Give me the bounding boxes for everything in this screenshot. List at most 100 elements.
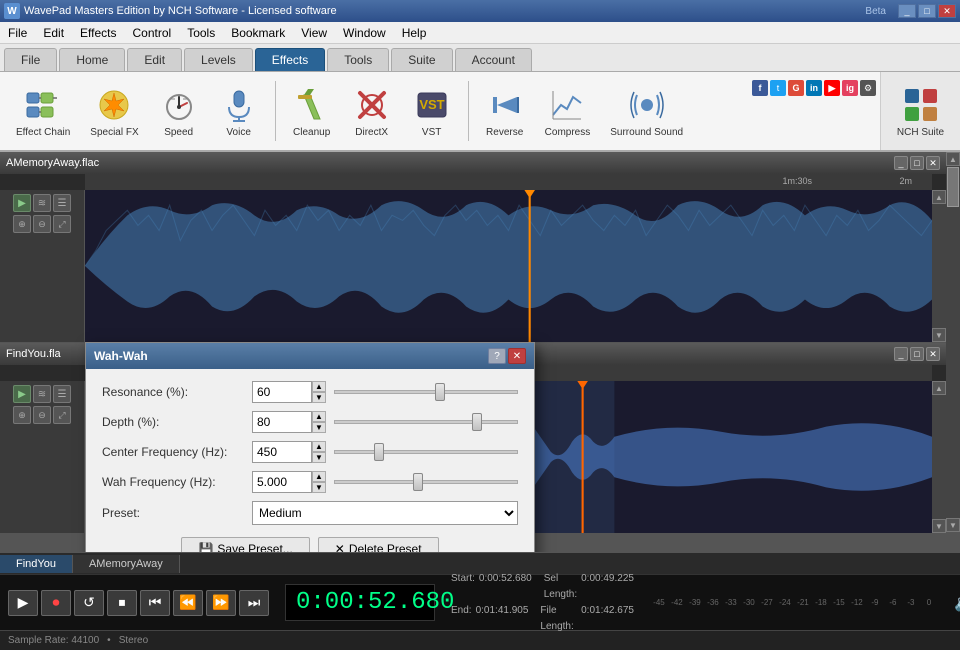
record-button[interactable]: ⏺	[41, 590, 71, 616]
toolbar-cleanup[interactable]: Cleanup	[284, 81, 340, 142]
toolbar-vst[interactable]: VST VST	[404, 81, 460, 142]
menu-file[interactable]: File	[0, 24, 35, 42]
resonance-spin[interactable]: ▲ ▼	[312, 381, 326, 403]
track1-maximize[interactable]: □	[910, 156, 924, 170]
depth-spin[interactable]: ▲ ▼	[312, 411, 326, 433]
rewind-button[interactable]: ⏪	[173, 590, 203, 616]
instagram-icon[interactable]: ig	[842, 80, 858, 96]
track1-scroll-track[interactable]	[932, 204, 946, 328]
resonance-slider-thumb[interactable]	[435, 383, 445, 401]
google-icon[interactable]: G	[788, 80, 804, 96]
tab-tools[interactable]: Tools	[327, 48, 389, 71]
wah-freq-slider-thumb[interactable]	[413, 473, 423, 491]
wah-freq-down[interactable]: ▼	[312, 482, 326, 493]
main-scroll-track[interactable]	[946, 166, 960, 518]
menu-help[interactable]: Help	[394, 24, 435, 42]
tab-levels[interactable]: Levels	[184, 48, 253, 71]
track2-minimize[interactable]: _	[894, 347, 908, 361]
save-preset-button[interactable]: 💾 Save Preset...	[181, 537, 309, 552]
track1-close[interactable]: ✕	[926, 156, 940, 170]
play-button[interactable]: ▶	[8, 590, 38, 616]
bottom-tab-amemoryaway[interactable]: AMemoryAway	[73, 555, 180, 573]
toolbar-reverse[interactable]: Reverse	[477, 81, 533, 142]
next-button[interactable]: ⏭	[239, 590, 269, 616]
depth-input[interactable]	[252, 411, 312, 433]
menu-effects[interactable]: Effects	[72, 24, 124, 42]
tab-edit[interactable]: Edit	[127, 48, 182, 71]
center-freq-slider[interactable]	[334, 443, 518, 461]
close-button[interactable]: ✕	[938, 4, 956, 18]
forward-button[interactable]: ⏩	[206, 590, 236, 616]
track1-minimize[interactable]: _	[894, 156, 908, 170]
toolbar-compress[interactable]: Compress	[537, 81, 599, 142]
minimize-button[interactable]: _	[898, 4, 916, 18]
track2-maximize[interactable]: □	[910, 347, 924, 361]
maximize-button[interactable]: □	[918, 4, 936, 18]
track2-play-btn[interactable]: ▶	[13, 385, 31, 403]
wah-freq-slider[interactable]	[334, 473, 518, 491]
center-freq-input[interactable]	[252, 441, 312, 463]
main-scroll-down[interactable]: ▼	[946, 518, 960, 532]
main-scrollbar[interactable]: ▲ ▼	[946, 152, 960, 532]
prev-button[interactable]: ⏮	[140, 590, 170, 616]
bottom-tab-findyou[interactable]: FindYou	[0, 555, 73, 573]
menu-view[interactable]: View	[293, 24, 335, 42]
wah-freq-spin[interactable]: ▲ ▼	[312, 471, 326, 493]
tab-effects[interactable]: Effects	[255, 48, 325, 71]
toolbar-effect-chain[interactable]: Effect Chain	[8, 81, 78, 142]
youtube-icon[interactable]: ▶	[824, 80, 840, 96]
volume-icon[interactable]: 🔈	[954, 593, 960, 613]
track2-scroll-track[interactable]	[932, 395, 946, 519]
wah-freq-input[interactable]	[252, 471, 312, 493]
preset-select[interactable]: Medium Slow Fast Heavy Light	[252, 501, 518, 525]
track2-waveform-btn[interactable]: ≋	[33, 385, 51, 403]
depth-up[interactable]: ▲	[312, 411, 326, 422]
tab-home[interactable]: Home	[59, 48, 125, 71]
track2-zoom-out[interactable]: ⊖	[33, 406, 51, 424]
toolbar-speed[interactable]: Speed	[151, 81, 207, 142]
center-freq-slider-thumb[interactable]	[374, 443, 384, 461]
track2-scroll-down[interactable]: ▼	[932, 519, 946, 533]
toolbar-surround[interactable]: Surround Sound	[602, 81, 691, 142]
track1-fit[interactable]: ⤢	[53, 215, 71, 233]
center-freq-down[interactable]: ▼	[312, 452, 326, 463]
depth-slider-thumb[interactable]	[472, 413, 482, 431]
track2-scrollbar[interactable]: ▲ ▼	[932, 381, 946, 533]
more-social-icon[interactable]: ⚙	[860, 80, 876, 96]
nch-suite-button[interactable]: NCH Suite	[880, 72, 960, 150]
toolbar-special-fx[interactable]: Special FX	[82, 81, 146, 142]
depth-down[interactable]: ▼	[312, 422, 326, 433]
track2-scroll-up[interactable]: ▲	[932, 381, 946, 395]
dialog-help-button[interactable]: ?	[488, 348, 506, 364]
track1-zoom-in[interactable]: ⊕	[13, 215, 31, 233]
loop-button[interactable]: ↺	[74, 590, 104, 616]
menu-window[interactable]: Window	[335, 24, 394, 42]
stop-button[interactable]: ⏹	[107, 590, 137, 616]
track2-fit[interactable]: ⤢	[53, 406, 71, 424]
track1-zoom-out[interactable]: ⊖	[33, 215, 51, 233]
center-freq-up[interactable]: ▲	[312, 441, 326, 452]
track1-scroll-down[interactable]: ▼	[932, 328, 946, 342]
track2-zoom-in[interactable]: ⊕	[13, 406, 31, 424]
toolbar-directx[interactable]: DirectX	[344, 81, 400, 142]
center-freq-spin[interactable]: ▲ ▼	[312, 441, 326, 463]
resonance-slider[interactable]	[334, 383, 518, 401]
main-scroll-thumb[interactable]	[947, 167, 959, 207]
wah-freq-up[interactable]: ▲	[312, 471, 326, 482]
twitter-icon[interactable]: t	[770, 80, 786, 96]
menu-control[interactable]: Control	[125, 24, 180, 42]
track1-play-btn[interactable]: ▶	[13, 194, 31, 212]
track2-close[interactable]: ✕	[926, 347, 940, 361]
menu-bookmark[interactable]: Bookmark	[223, 24, 293, 42]
track1-waveform-btn[interactable]: ≋	[33, 194, 51, 212]
toolbar-voice[interactable]: Voice	[211, 81, 267, 142]
track2-menu-btn[interactable]: ☰	[53, 385, 71, 403]
tab-suite[interactable]: Suite	[391, 48, 452, 71]
track1-scrollbar[interactable]: ▲ ▼	[932, 190, 946, 342]
delete-preset-button[interactable]: ✕ Delete Preset	[318, 537, 439, 552]
tab-account[interactable]: Account	[455, 48, 532, 71]
resonance-down[interactable]: ▼	[312, 392, 326, 403]
track1-scroll-up[interactable]: ▲	[932, 190, 946, 204]
menu-edit[interactable]: Edit	[35, 24, 72, 42]
resonance-input[interactable]	[252, 381, 312, 403]
